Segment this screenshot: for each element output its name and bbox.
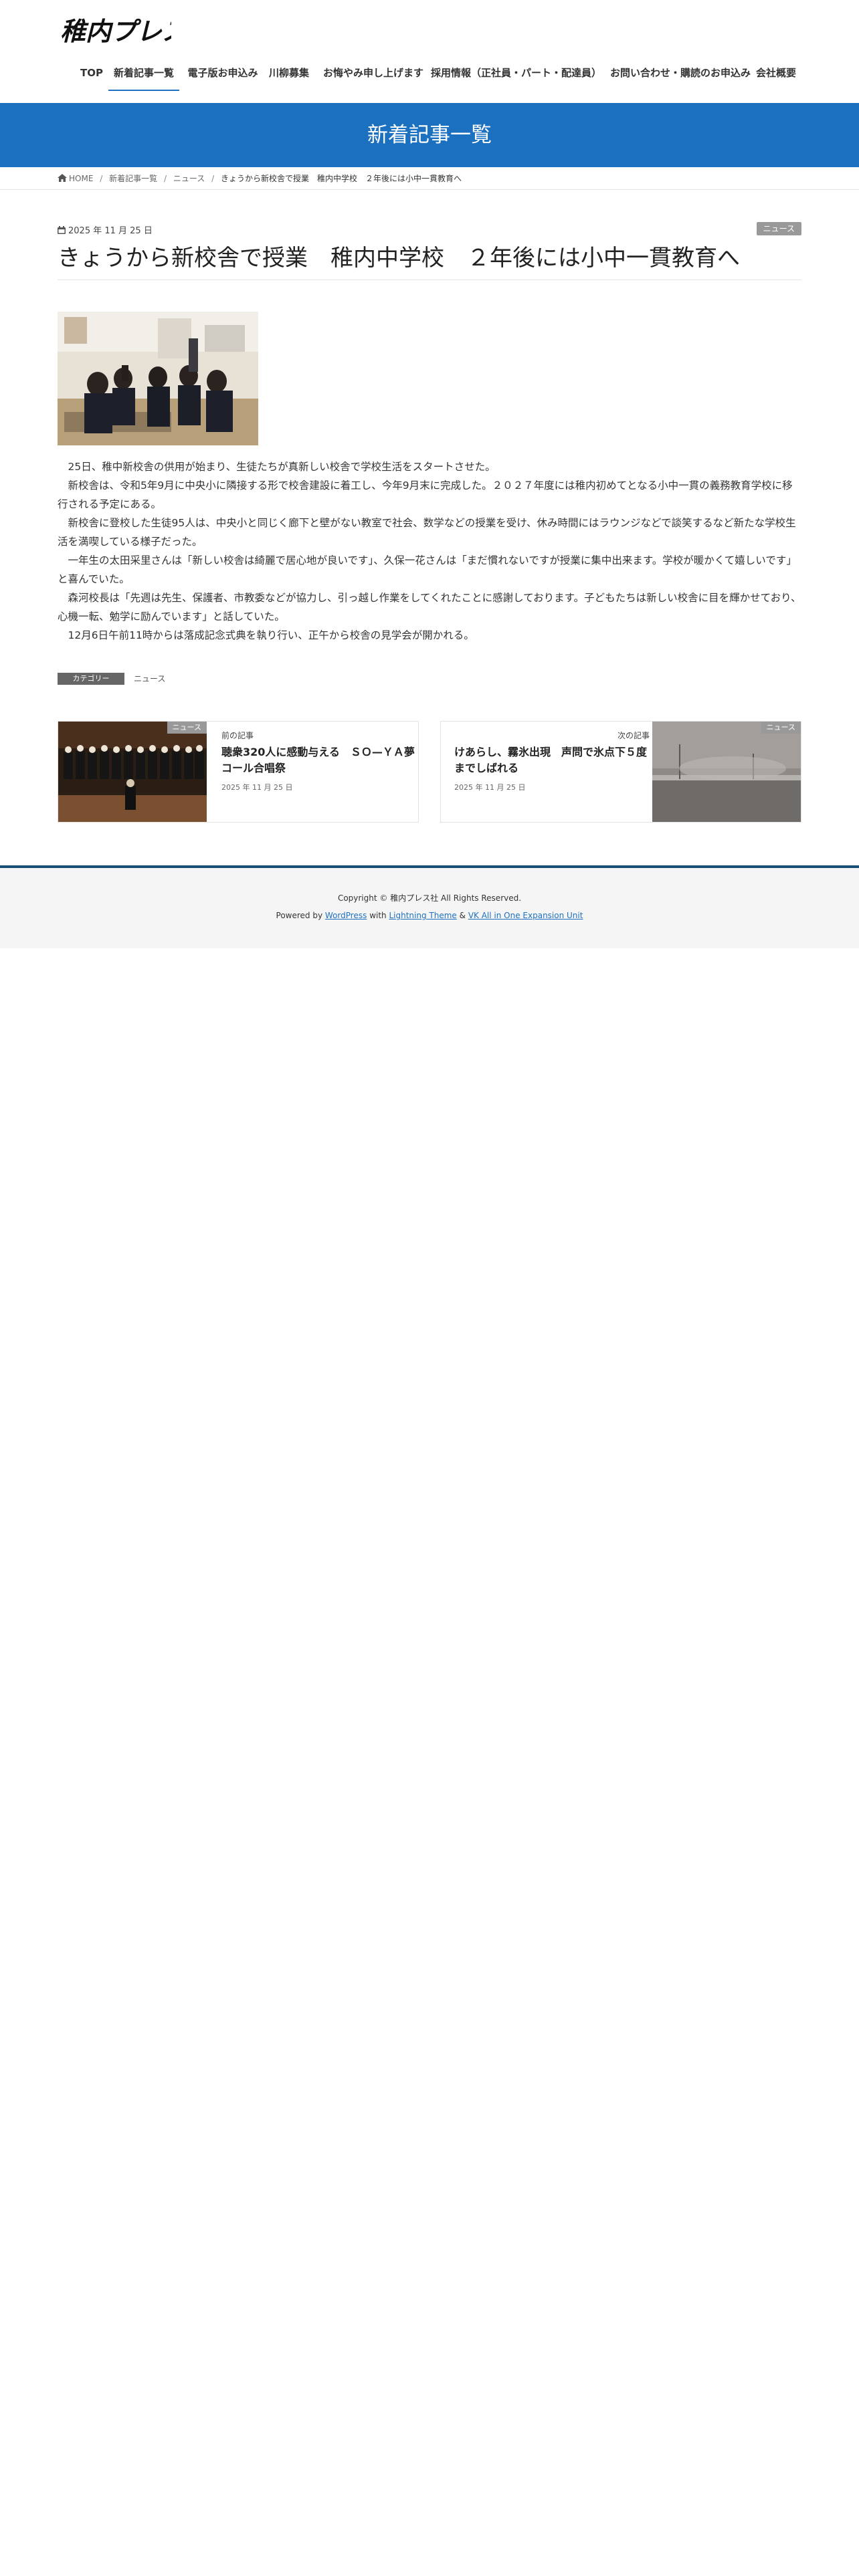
prev-post-thumbnail: ニュース (58, 722, 207, 822)
entry-paragraph: 一年生の太田采里さんは「新しい校舎は綺麗で居心地が良いです」、久保一花さんは「ま… (58, 554, 797, 585)
site-footer: Copyright © 稚内プレス社 All Rights Reserved. … (0, 865, 859, 948)
breadcrumb-home[interactable]: HOME (58, 167, 93, 190)
students-photo (58, 312, 258, 445)
prev-post-body: 前の記事 聴衆320人に感動与える ＳＯ—ＹＡ夢コール合唱祭 2025 年 11… (221, 730, 417, 792)
entry-meta: 2025 年 11 月 25 日 ニュース (58, 221, 801, 239)
breadcrumb-item-articles[interactable]: 新着記事一覧 (109, 167, 157, 190)
site-header: 稚内プレス TOP 新着記事一覧 電子版お申込み 川柳募集 お悔やみ申し上げます… (0, 0, 859, 102)
article-photo (58, 312, 258, 445)
next-post-badge: ニュース (761, 722, 801, 734)
entry-title: きょうから新校舎で授業 稚内中学校 ２年後には小中一貫教育へ (58, 243, 801, 281)
breadcrumb-home-label: HOME (69, 174, 94, 183)
entry-date: 2025 年 11 月 25 日 (58, 223, 153, 236)
powered-with: with (369, 911, 387, 920)
page-header-title: 新着記事一覧 (367, 123, 492, 147)
prev-post-badge: ニュース (167, 722, 207, 734)
powered-prefix: Powered by (276, 911, 323, 920)
breadcrumb-item-news[interactable]: ニュース (173, 167, 205, 190)
prev-post-date: 2025 年 11 月 25 日 (221, 783, 293, 792)
breadcrumb-separator: / (211, 174, 215, 183)
entry-paragraph: 森河校長は「先週は先生、保護者、市教委などが協力し、引っ越し作業をしてくれたこと… (58, 592, 801, 623)
next-post-title[interactable]: けあらし、霧氷出現 声問で氷点下５度までしばれる (454, 744, 650, 776)
logo-wordmark: 稚内プレス (60, 16, 187, 46)
global-nav: TOP 新着記事一覧 電子版お申込み 川柳募集 お悔やみ申し上げます 採用情報（… (0, 64, 859, 91)
taxonomy-label: カテゴリー (58, 672, 124, 685)
fog-landscape-photo (652, 722, 801, 822)
taxonomy-link[interactable]: ニュース (134, 673, 165, 684)
nav-item-contact[interactable]: お問い合わせ・購読のお申込み (607, 64, 753, 91)
calendar-icon (58, 226, 66, 234)
vk-expansion-unit-link[interactable]: VK All in One Expansion Unit (468, 911, 583, 920)
breadcrumb-current: きょうから新校舎で授業 稚内中学校 ２年後には小中一貫教育へ (220, 174, 462, 183)
article: 2025 年 11 月 25 日 ニュース きょうから新校舎で授業 稚内中学校 … (58, 221, 801, 823)
prev-post-card[interactable]: ニュース 前の記事 聴衆320人に感動与える ＳＯ—ＹＡ夢コール合唱祭 2025… (58, 721, 419, 823)
site-logo[interactable]: 稚内プレス (59, 12, 187, 49)
wordpress-link[interactable]: WordPress (325, 911, 367, 920)
copyright-text: Copyright © 稚内プレス社 All Rights Reserved. (337, 893, 522, 903)
powered-amp: & (459, 911, 466, 920)
prev-post-kind: 前の記事 (221, 731, 254, 740)
entry-paragraph: 新校舎は、令和5年9月に中央小に隣接する形で校舎建設に着工し、今年9月末に完成し… (58, 479, 793, 510)
nav-item-company[interactable]: 会社概要 (755, 64, 797, 91)
breadcrumb-separator: / (100, 174, 103, 183)
breadcrumb: HOME / 新着記事一覧 / ニュース / きょうから新校舎で授業 稚内中学校… (0, 167, 859, 190)
svg-text:稚内プレス: 稚内プレス (60, 16, 171, 46)
breadcrumb-separator: / (163, 174, 167, 183)
choir-photo (58, 722, 207, 822)
nav-item-articles[interactable]: 新着記事一覧 (108, 64, 179, 91)
powered-by: Powered by WordPress with Lightning Them… (0, 911, 859, 920)
nav-item-recruit[interactable]: 採用情報（正社員・パート・配達員） (431, 64, 601, 91)
category-badge[interactable]: ニュース (756, 222, 801, 235)
home-icon (58, 174, 67, 182)
next-post-body: 次の記事 けあらし、霧氷出現 声問で氷点下５度までしばれる 2025 年 11 … (454, 730, 650, 792)
entry-paragraph: 25日、稚中新校舎の供用が始まり、生徒たちが真新しい校舎で学校生活をスタートさせ… (58, 461, 496, 473)
page-header: 新着記事一覧 (0, 103, 859, 167)
entry-date-text: 2025 年 11 月 25 日 (68, 226, 153, 236)
next-post-date: 2025 年 11 月 25 日 (454, 783, 526, 792)
next-post-kind: 次の記事 (617, 731, 650, 740)
entry-taxonomy: カテゴリー ニュース (58, 671, 165, 685)
nav-item-digital[interactable]: 電子版お申込み (187, 64, 258, 91)
next-post-card[interactable]: ニュース 次の記事 けあらし、霧氷出現 声問で氷点下５度までしばれる 2025 … (440, 721, 801, 823)
lightning-theme-link[interactable]: Lightning Theme (389, 911, 456, 920)
nav-item-senryu[interactable]: 川柳募集 (268, 64, 310, 91)
entry-paragraph: 12月6日午前11時からは落成記念式典を執り行い、正午から校舎の見学会が開かれる… (58, 629, 474, 641)
prev-post-title[interactable]: 聴衆320人に感動与える ＳＯ—ＹＡ夢コール合唱祭 (221, 744, 417, 776)
next-post-thumbnail: ニュース (652, 722, 801, 822)
nav-item-top[interactable]: TOP (79, 64, 104, 91)
nav-item-condolences[interactable]: お悔やみ申し上げます (320, 64, 427, 91)
entry-paragraph: 新校舎に登校した生徒95人は、中央小と同じく廊下と壁がない教室で社会、数学などの… (58, 517, 796, 548)
entry-body: 25日、稚中新校舎の供用が始まり、生徒たちが真新しい校舎で学校生活をスタートさせ… (58, 457, 801, 645)
